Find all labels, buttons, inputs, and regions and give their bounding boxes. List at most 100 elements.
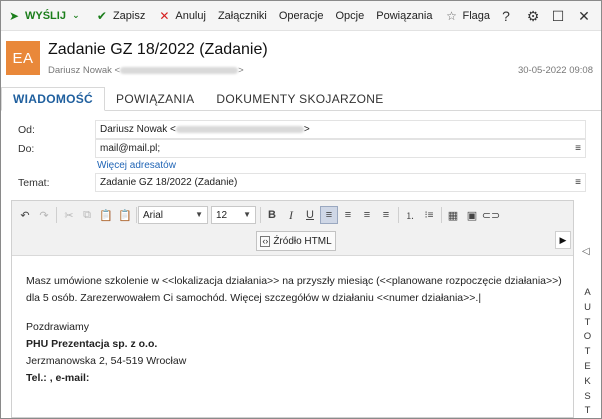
message-body[interactable]: Masz umówione szkolenie w <<lokalizacja …	[26, 273, 566, 387]
toolbar-divider	[441, 207, 442, 223]
underline-icon[interactable]: U	[301, 206, 319, 224]
help-button[interactable]: ?	[494, 1, 518, 31]
font-size-select[interactable]: 12 ▼	[211, 206, 256, 224]
to-field[interactable]: mail@mail.pl; ≡	[95, 139, 586, 158]
tab-relations-label: POWIĄZANIA	[116, 92, 195, 106]
body-line: dla 5 osób. Zarezerwowałem Ci samochód. …	[26, 290, 566, 307]
autotext-panel[interactable]: ◁ A U T O T E K S T Y	[574, 200, 601, 418]
font-size-value: 12	[216, 209, 228, 221]
chevron-down-icon[interactable]: ⌄	[69, 10, 83, 21]
paste-text-icon[interactable]: 📋	[116, 206, 134, 224]
redo-icon[interactable]: ↷	[35, 206, 53, 224]
autotext-letter: K	[584, 375, 591, 387]
expand-toolbar-button[interactable]: ▶	[555, 231, 571, 249]
autotext-letter: E	[584, 360, 591, 372]
font-family-value: Arial	[143, 209, 164, 221]
avatar: EA	[6, 41, 40, 75]
chevron-down-icon: ▼	[195, 210, 203, 219]
toolbar-divider	[398, 207, 399, 223]
numbered-list-icon[interactable]: ⒈	[401, 206, 419, 224]
message-date: 30-05-2022 09:08	[517, 65, 593, 76]
autotext-letter: S	[584, 390, 591, 402]
menu-icon[interactable]: ≡	[575, 177, 581, 188]
company-address: Jerzmanowska 2, 54-519 Wrocław	[26, 355, 187, 367]
copy-icon[interactable]: ⧉	[78, 206, 96, 224]
autotext-label: A U T O T E K S T Y	[574, 286, 601, 419]
toolbar-divider	[56, 207, 57, 223]
save-check-icon: ✔	[96, 8, 107, 23]
from-field[interactable]: Dariusz Nowak < >	[95, 120, 586, 139]
avatar-initials: EA	[12, 49, 34, 67]
main-toolbar: ➤ WYŚLIJ ⌄ ✔ Zapisz ✕ Anuluj Załączniki …	[1, 1, 601, 31]
align-center-icon[interactable]: ≡	[339, 206, 357, 224]
collapse-arrow-icon[interactable]: ◁	[582, 246, 590, 257]
help-label: ?	[502, 8, 510, 24]
tab-message[interactable]: WIADOMOŚĆ	[1, 87, 106, 111]
cut-icon[interactable]: ✂	[60, 206, 78, 224]
source-html-button[interactable]: ‹› Źródło HTML	[256, 231, 336, 251]
table-icon[interactable]: ▦	[444, 206, 462, 224]
bold-icon[interactable]: B	[263, 206, 281, 224]
blurred-email	[175, 126, 304, 133]
play-arrow-icon: ▶	[559, 234, 567, 245]
image-icon[interactable]: ▣	[463, 206, 481, 224]
save-label: Zapisz	[112, 9, 146, 22]
flag-label: Flaga	[462, 9, 491, 22]
message-editor: ↶ ↷ ✂ ⧉ 📋 📋 Arial ▼ 12 ▼ B I U ≡ ≡ ≡ ≡ ⒈…	[11, 200, 574, 418]
source-code-icon: ‹›	[260, 235, 271, 247]
send-icon: ➤	[8, 8, 20, 23]
cancel-label: Anuluj	[175, 9, 206, 22]
contact-line: Tel.: , e-mail:	[26, 372, 90, 384]
align-left-icon[interactable]: ≡	[320, 206, 338, 224]
italic-icon[interactable]: I	[282, 206, 300, 224]
operations-button[interactable]: Operacje	[279, 1, 324, 31]
relations-button[interactable]: Powiązania	[376, 1, 432, 31]
tab-bar: WIADOMOŚĆ POWIĄZANIA DOKUMENTY SKOJARZON…	[1, 87, 601, 111]
send-button[interactable]: ➤ WYŚLIJ ⌄	[7, 1, 83, 31]
toolbar-divider	[136, 207, 137, 223]
relations-label: Powiązania	[376, 9, 433, 22]
page-title: Zadanie GZ 18/2022 (Zadanie)	[48, 41, 268, 58]
align-right-icon[interactable]: ≡	[358, 206, 376, 224]
settings-button[interactable]: ⚙	[521, 1, 545, 31]
tab-relations[interactable]: POWIĄZANIA	[105, 87, 205, 111]
window-close-button[interactable]: ✕	[572, 1, 596, 31]
subject-field[interactable]: Zadanie GZ 18/2022 (Zadanie) ≡	[95, 173, 586, 192]
font-family-select[interactable]: Arial ▼	[138, 206, 208, 224]
menu-icon[interactable]: ≡	[575, 143, 581, 154]
company-name: PHU Prezentacja sp. z o.o.	[26, 338, 158, 350]
from-label: Od:	[18, 124, 35, 136]
to-value: mail@mail.pl;	[100, 143, 161, 154]
autotext-letter: A	[584, 287, 591, 298]
gear-icon: ⚙	[526, 7, 540, 24]
maximize-button[interactable]: ☐	[546, 1, 570, 31]
options-button[interactable]: Opcje	[335, 1, 364, 31]
from-close: >	[303, 124, 310, 135]
more-addresses-link[interactable]: Więcej adresatów	[97, 160, 176, 171]
align-justify-icon[interactable]: ≡	[377, 206, 395, 224]
greeting: Pozdrawiamy	[26, 321, 90, 333]
to-label: Do:	[18, 143, 35, 155]
chevron-down-icon: ▼	[243, 210, 251, 219]
save-button[interactable]: ✔ Zapisz	[95, 1, 145, 31]
maximize-icon: ☐	[551, 7, 565, 24]
editor-toolbar: ↶ ↷ ✂ ⧉ 📋 📋 Arial ▼ 12 ▼ B I U ≡ ≡ ≡ ≡ ⒈…	[12, 201, 573, 256]
options-label: Opcje	[335, 9, 365, 22]
subject-value: Zadanie GZ 18/2022 (Zadanie)	[100, 177, 238, 188]
bullet-list-icon[interactable]: ⁝≡	[420, 206, 438, 224]
undo-icon[interactable]: ↶	[16, 206, 34, 224]
flag-button[interactable]: ☆ Flaga	[445, 1, 491, 31]
autotext-letter: T	[584, 346, 591, 358]
tab-linked-documents[interactable]: DOKUMENTY SKOJARZONE	[205, 87, 394, 111]
attachments-button[interactable]: Załączniki	[218, 1, 267, 31]
paste-icon[interactable]: 📋	[97, 206, 115, 224]
tab-linked-documents-label: DOKUMENTY SKOJARZONE	[216, 92, 384, 106]
toolbar-divider	[260, 207, 261, 223]
link-icon[interactable]: ⊂⊃	[482, 206, 500, 224]
text-cursor: |	[478, 292, 482, 304]
attachments-label: Załączniki	[217, 9, 267, 22]
cancel-button[interactable]: ✕ Anuluj	[157, 1, 206, 31]
close-icon: ✕	[159, 8, 170, 23]
source-html-label: Źródło HTML	[273, 235, 332, 247]
